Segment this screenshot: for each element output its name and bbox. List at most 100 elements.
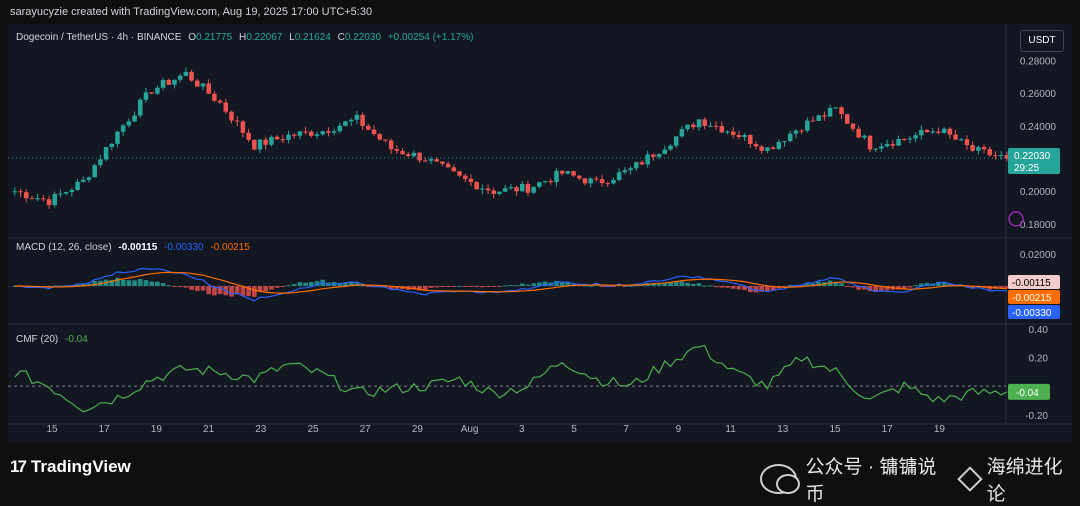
- macd-hist-bar: [137, 278, 143, 286]
- candle-body: [673, 136, 679, 146]
- candle-body: [525, 183, 531, 193]
- candle-body: [177, 75, 183, 80]
- macd-label: MACD (12, 26, close): [16, 242, 112, 253]
- symbol-label: Dogecoin / TetherUS · 4h · BINANCE: [16, 32, 182, 43]
- macd-hist-bar: [200, 286, 206, 291]
- watermark-brand: 海绵进化论: [986, 457, 1063, 505]
- candle-body: [896, 139, 901, 146]
- candle-body: [212, 93, 217, 101]
- candle-body: [537, 182, 542, 187]
- tradingview-name: TradingView: [30, 457, 131, 476]
- candle-body: [799, 130, 804, 132]
- candle-body: [126, 121, 132, 126]
- candle-body: [782, 141, 787, 143]
- candle-body: [69, 190, 75, 193]
- macd-hist-bar: [708, 285, 713, 287]
- candle-body: [565, 171, 571, 174]
- macd-hist-bar: [531, 283, 537, 286]
- candle-body: [514, 187, 519, 192]
- macd-hist-bar: [115, 277, 120, 286]
- macd-hist-bar: [719, 286, 725, 288]
- cmf-tick-label: 0.40: [1029, 325, 1049, 336]
- candle-body: [160, 79, 166, 88]
- macd-hist-bar: [143, 280, 149, 286]
- high-value: 0.22067: [246, 32, 283, 43]
- candle-body: [320, 131, 325, 135]
- macd-hist-bar: [263, 286, 269, 292]
- macd-tick-label: 0.02000: [1020, 250, 1057, 261]
- candle-body: [981, 147, 987, 150]
- candle-body: [63, 192, 69, 194]
- macd-hist-bar: [702, 285, 708, 287]
- macd-hist-bar: [120, 279, 126, 286]
- macd-signal-value: -0.00215: [210, 242, 250, 253]
- close-label: C: [337, 32, 345, 43]
- macd-hist-bar: [172, 286, 177, 287]
- candle-body: [936, 131, 941, 133]
- candle-body: [862, 135, 867, 138]
- candle-body: [901, 139, 907, 141]
- chart-area[interactable]: 0.28000 0.26000 0.24000 0.20000 0.18000 0.220…: [8, 24, 1072, 442]
- candle-body: [907, 138, 913, 140]
- tradingview-logo[interactable]: 17 TradingView: [10, 457, 131, 477]
- macd-hist-bar: [269, 286, 274, 290]
- candle-body: [622, 170, 628, 173]
- candle-body: [383, 139, 388, 141]
- macd-badge-label: -0.00215: [1012, 293, 1052, 304]
- candle-body: [303, 131, 308, 133]
- candle-body: [867, 135, 873, 150]
- candle-body: [366, 125, 371, 130]
- price-legend: Dogecoin / TetherUS · 4h · BINANCE O0.21…: [16, 32, 473, 43]
- candle-body: [143, 92, 149, 100]
- candle-body: [223, 102, 229, 112]
- macd-line-value: -0.00330: [164, 242, 204, 253]
- macd-hist-bar: [434, 286, 440, 288]
- candle-body: [805, 120, 810, 131]
- currency-button[interactable]: USDT: [1020, 30, 1064, 52]
- time-tick-label: 23: [255, 424, 267, 435]
- candle-body: [759, 146, 764, 151]
- candle-body: [24, 192, 29, 199]
- candle-body: [132, 115, 137, 122]
- candle-body: [679, 129, 685, 137]
- candle-body: [793, 130, 799, 134]
- chart-svg[interactable]: 0.28000 0.26000 0.24000 0.20000 0.18000 0.220…: [8, 24, 1072, 442]
- candle-body: [599, 179, 605, 184]
- tradingview-mark-icon: 17: [10, 457, 27, 476]
- candle-body: [491, 190, 496, 194]
- candle-body: [628, 168, 633, 171]
- candle-body: [685, 124, 690, 130]
- candle-body: [263, 139, 268, 145]
- time-tick-label: 13: [777, 424, 789, 435]
- candle-body: [343, 121, 348, 126]
- macd-hist-bar: [525, 284, 531, 286]
- price-tick-label: 0.18000: [1020, 220, 1057, 231]
- candle-body: [964, 139, 970, 146]
- candle-body: [816, 115, 821, 121]
- cmf-legend: CMF (20) -0.04: [16, 334, 88, 345]
- macd-hist-bar: [166, 285, 172, 287]
- candle-body: [616, 172, 622, 180]
- macd-hist-bar: [189, 286, 194, 290]
- candle-body: [542, 181, 548, 183]
- candle-body: [326, 131, 331, 133]
- candle-body: [873, 148, 878, 150]
- time-tick-label: 15: [46, 424, 58, 435]
- candle-body: [776, 142, 782, 149]
- candle-body: [719, 125, 725, 133]
- candle-body: [730, 131, 736, 136]
- footer: 17 TradingView 公众号 · 镛镛说币 海绵进化论: [0, 442, 1080, 505]
- candle-body: [92, 165, 97, 178]
- close-value: 0.22030: [344, 32, 382, 43]
- candle-body: [206, 83, 211, 94]
- macd-hist-bar: [685, 282, 690, 286]
- candle-body: [520, 183, 525, 192]
- macd-hist-bar: [428, 286, 434, 288]
- candle-body: [639, 162, 645, 165]
- candle-body: [280, 139, 286, 141]
- candle-body: [18, 191, 23, 193]
- candle-body: [58, 193, 63, 195]
- candle-body: [998, 155, 1004, 157]
- candle-body: [35, 198, 40, 200]
- macd-hist-bar: [690, 283, 696, 286]
